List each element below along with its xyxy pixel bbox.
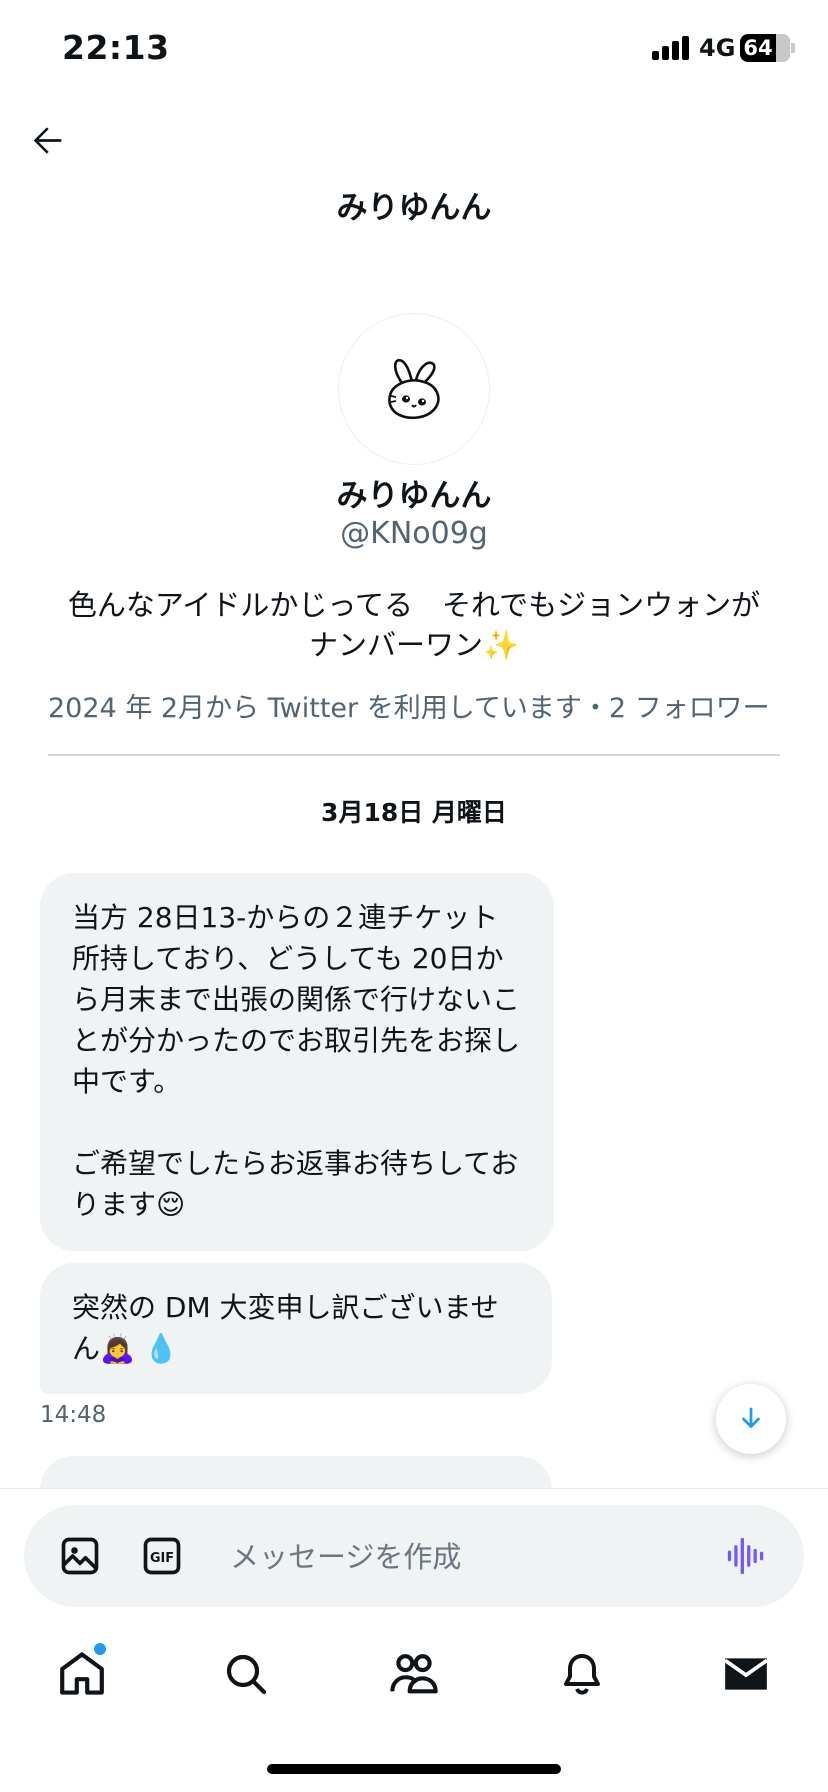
avatar[interactable]	[338, 313, 490, 465]
bunny-avatar-icon	[388, 358, 440, 420]
status-time: 22:13	[62, 28, 170, 67]
svg-text:GIF: GIF	[150, 1551, 174, 1566]
back-button[interactable]	[24, 116, 72, 164]
profile-handle[interactable]: @KNo09g	[0, 516, 828, 551]
signal-icon	[652, 36, 692, 60]
arrow-left-icon	[33, 127, 62, 154]
bell-icon	[564, 1654, 600, 1695]
date-separator: 3月18日 月曜日	[321, 798, 507, 827]
battery-icon: 64	[740, 34, 790, 62]
scroll-down-button[interactable]	[716, 1384, 786, 1454]
network-type: 4G	[699, 34, 736, 62]
arrow-down-icon	[742, 1407, 760, 1428]
voice-wave-icon	[727, 1537, 764, 1575]
search-icon	[226, 1654, 267, 1695]
battery-level: 64	[743, 36, 773, 60]
profile-name: みりゆんん	[336, 478, 492, 514]
message-input[interactable]	[230, 1535, 670, 1579]
people-icon	[390, 1654, 438, 1694]
message-bubble[interactable]: 当方 28日13-からの２連チケット所持しており、どうしても 20日から月末まで…	[40, 873, 554, 1251]
gif-icon: GIF	[143, 1537, 181, 1575]
profile-meta: 2024 年 2月から Twitter を利用しています・2 フォロワー	[48, 693, 770, 724]
gif-button[interactable]: GIF	[140, 1534, 184, 1578]
tab-search[interactable]	[216, 1644, 276, 1704]
voice-button[interactable]	[724, 1534, 768, 1578]
bio-line-1: 色んなアイドルかじってる それでもジョンウォンが	[67, 588, 761, 622]
image-icon	[61, 1537, 99, 1575]
notification-dot	[94, 1643, 106, 1655]
message-bubble[interactable]: 突然の DM 大変申し訳ございません🙇‍♀️ 💧	[40, 1263, 552, 1394]
page-title: みりゆんん	[336, 190, 492, 226]
tab-communities[interactable]	[384, 1644, 444, 1704]
profile-bio: 色んなアイドルかじってる それでもジョンウォンが ナンバーワン✨	[40, 585, 788, 665]
home-icon	[60, 1652, 104, 1695]
bio-line-2: ナンバーワン✨	[308, 628, 520, 662]
status-bar: 22:13 4G 64	[0, 0, 828, 100]
mail-icon	[724, 1658, 768, 1690]
home-indicator	[267, 1764, 561, 1774]
message-timestamp: 14:48	[40, 1402, 107, 1428]
tab-messages[interactable]	[716, 1644, 776, 1704]
tab-notifications[interactable]	[552, 1644, 612, 1704]
media-button[interactable]	[58, 1534, 102, 1578]
divider	[48, 754, 780, 756]
